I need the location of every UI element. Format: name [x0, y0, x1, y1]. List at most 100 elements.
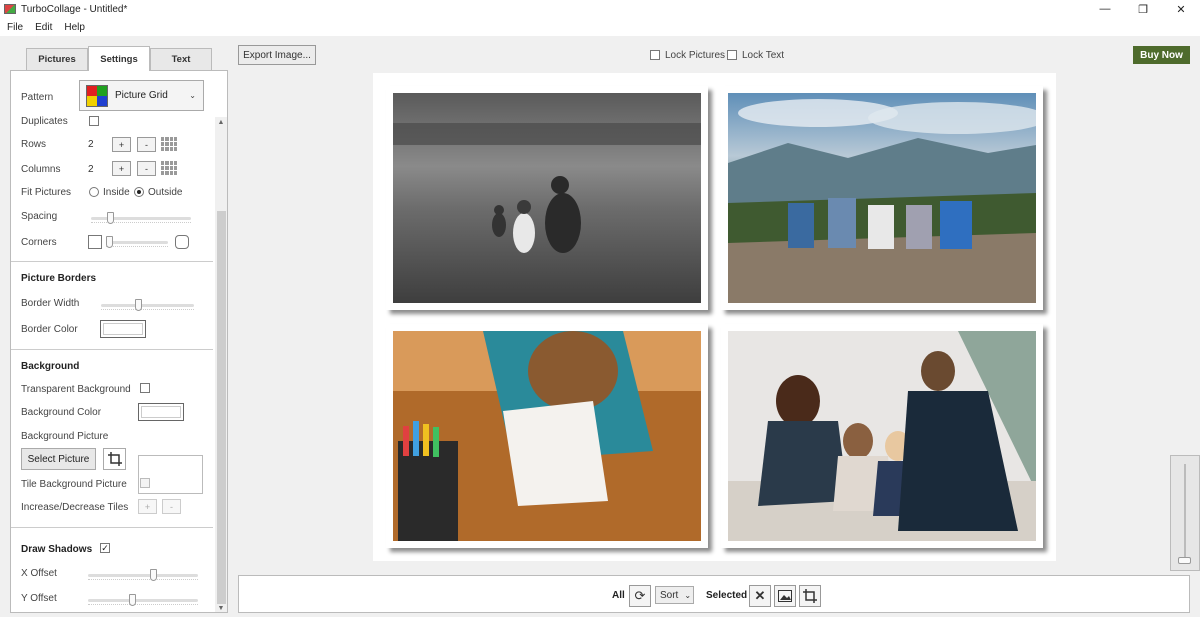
panel-tabs: Pictures Settings Text: [10, 46, 228, 71]
minimize-button[interactable]: —: [1086, 0, 1124, 18]
spacing-label: Spacing: [21, 211, 58, 222]
collage-canvas[interactable]: [373, 73, 1056, 561]
menu-help[interactable]: Help: [64, 22, 85, 33]
x-offset-slider-thumb[interactable]: [150, 569, 157, 581]
lock-text-checkbox[interactable]: [727, 50, 737, 60]
duplicates-label: Duplicates: [21, 116, 68, 127]
photo-family-reading: [728, 331, 1036, 541]
divider: [11, 527, 213, 528]
crop-selected-button[interactable]: [799, 585, 821, 607]
image-icon: [778, 590, 792, 602]
lock-pictures-toggle[interactable]: Lock Pictures: [650, 49, 725, 61]
fit-pictures-label: Fit Pictures: [21, 187, 72, 198]
settings-panel: Pictures Settings Text Pattern Picture G…: [10, 46, 228, 613]
rows-decrease-button[interactable]: -: [137, 137, 156, 152]
y-offset-slider[interactable]: [88, 594, 198, 606]
border-width-slider[interactable]: [101, 299, 194, 311]
close-icon: ✕: [754, 588, 766, 603]
zoom-slider[interactable]: [1170, 455, 1200, 571]
y-offset-label: Y Offset: [21, 593, 57, 604]
corners-label: Corners: [21, 237, 57, 248]
replace-picture-button[interactable]: [774, 585, 796, 607]
corners-slider[interactable]: [106, 236, 168, 248]
background-color-swatch[interactable]: [138, 403, 184, 421]
collage-photo-mountain-family[interactable]: [721, 86, 1043, 310]
picture-borders-heading: Picture Borders: [21, 273, 97, 284]
border-width-slider-thumb[interactable]: [135, 299, 142, 311]
rotate-icon: ⟳: [634, 588, 646, 603]
crop-icon: [107, 452, 122, 466]
scrollbar-thumb[interactable]: [217, 211, 226, 604]
fit-outside-radio[interactable]: [134, 187, 144, 197]
columns-increase-button[interactable]: +: [112, 161, 131, 176]
menu-edit[interactable]: Edit: [35, 22, 52, 33]
selected-label: Selected: [706, 590, 748, 601]
photo-mountain-family: [728, 93, 1036, 303]
transparent-background-label: Transparent Background: [21, 384, 131, 395]
tab-text[interactable]: Text: [150, 48, 212, 70]
square-corner-icon: [88, 235, 102, 249]
x-offset-slider[interactable]: [88, 569, 198, 581]
rows-value: 2: [88, 139, 94, 150]
transparent-background-checkbox[interactable]: [140, 383, 150, 393]
sort-dropdown[interactable]: Sort ⌄: [655, 586, 694, 604]
background-picture-preview: [138, 455, 203, 494]
rows-grid-icon: [161, 137, 177, 151]
chevron-down-icon: ⌄: [684, 590, 692, 600]
spacing-slider-thumb[interactable]: [107, 212, 114, 224]
menu-file[interactable]: File: [7, 22, 23, 33]
tab-pictures[interactable]: Pictures: [26, 48, 88, 70]
lock-text-toggle[interactable]: Lock Text: [727, 49, 784, 61]
photo-girl-drawing: [393, 331, 701, 541]
settings-scrollbar[interactable]: ▲ ▼: [215, 117, 227, 612]
close-button[interactable]: ✕: [1162, 0, 1200, 18]
corners-slider-thumb[interactable]: [106, 236, 113, 248]
tab-settings[interactable]: Settings: [88, 46, 150, 71]
photo-children-running: [393, 93, 701, 303]
bottom-toolbar: All ⟳ Sort ⌄ Selected ✕: [238, 575, 1190, 613]
border-color-swatch[interactable]: [100, 320, 146, 338]
select-picture-button[interactable]: Select Picture: [21, 448, 96, 470]
divider: [11, 261, 213, 262]
pattern-dropdown[interactable]: Picture Grid ⌄: [79, 80, 204, 111]
collage-photo-children-running[interactable]: [386, 86, 708, 310]
duplicates-checkbox[interactable]: [89, 116, 99, 126]
background-heading: Background: [21, 361, 80, 372]
y-offset-slider-thumb[interactable]: [129, 594, 136, 606]
scroll-up-icon[interactable]: ▲: [215, 117, 227, 127]
background-color-label: Background Color: [21, 407, 102, 418]
window-controls: — ❐ ✕: [1086, 0, 1200, 18]
rows-increase-button[interactable]: +: [112, 137, 131, 152]
export-image-button[interactable]: Export Image...: [238, 45, 316, 65]
lock-text-label: Lock Text: [742, 49, 785, 61]
tiles-decrease-button[interactable]: -: [162, 499, 181, 514]
collage-photo-family-reading[interactable]: [721, 324, 1043, 548]
fit-inside-radio[interactable]: [89, 187, 99, 197]
increase-decrease-tiles-label: Increase/Decrease Tiles: [21, 502, 129, 513]
maximize-button[interactable]: ❐: [1124, 0, 1162, 18]
collage-photo-girl-drawing[interactable]: [386, 324, 708, 548]
tiles-increase-button[interactable]: +: [138, 499, 157, 514]
columns-value: 2: [88, 164, 94, 175]
border-width-label: Border Width: [21, 298, 80, 309]
remove-selected-button[interactable]: ✕: [749, 585, 771, 607]
menu-bar: File Edit Help: [0, 18, 1200, 36]
zoom-slider-thumb[interactable]: [1178, 557, 1191, 564]
crop-button[interactable]: [103, 448, 126, 470]
lock-pictures-checkbox[interactable]: [650, 50, 660, 60]
buy-now-button[interactable]: Buy Now: [1133, 46, 1190, 64]
lock-pictures-label: Lock Pictures: [665, 49, 726, 61]
tile-background-checkbox[interactable]: [140, 478, 150, 488]
pattern-value: Picture Grid: [115, 90, 168, 101]
columns-decrease-button[interactable]: -: [137, 161, 156, 176]
sort-label: Sort: [660, 589, 679, 601]
rows-label: Rows: [21, 139, 47, 150]
rotate-all-button[interactable]: ⟳: [629, 585, 651, 607]
columns-grid-icon: [161, 161, 177, 175]
fit-inside-label: Inside: [103, 187, 130, 198]
columns-label: Columns: [21, 164, 61, 175]
picture-grid-icon: [86, 84, 108, 107]
scroll-down-icon[interactable]: ▼: [215, 603, 227, 612]
draw-shadows-checkbox[interactable]: ✓: [100, 543, 110, 553]
spacing-slider[interactable]: [91, 212, 191, 224]
